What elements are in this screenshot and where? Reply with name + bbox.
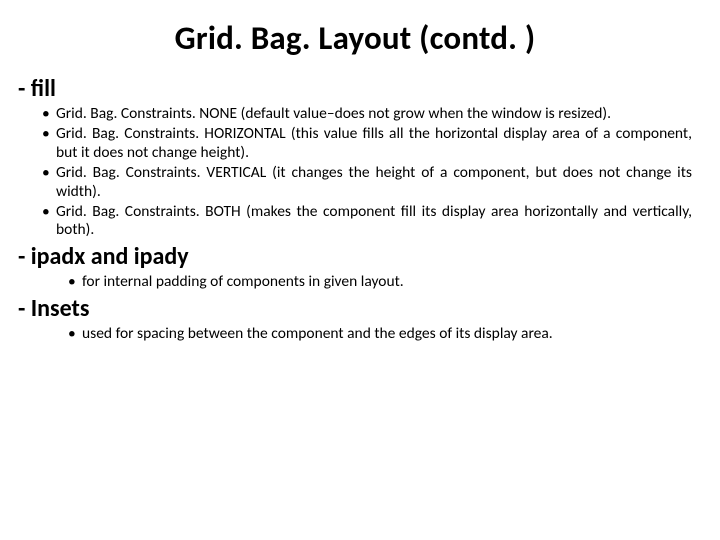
list-item: Grid. Bag. Constraints. NONE (default va…	[56, 105, 692, 124]
list-item: for internal padding of components in gi…	[82, 273, 692, 292]
bullet-list-fill: Grid. Bag. Constraints. NONE (default va…	[18, 105, 692, 240]
section-head-fill: - fill	[18, 74, 692, 103]
bullet-list-insets: used for spacing between the component a…	[18, 325, 692, 344]
section-head-ipad: - ipadx and ipady	[18, 242, 692, 271]
section-insets: - Insets used for spacing between the co…	[18, 294, 692, 344]
list-item: used for spacing between the component a…	[82, 325, 692, 344]
slide-title: Grid. Bag. Layout (contd. )	[18, 18, 692, 58]
section-head-insets: - Insets	[18, 294, 692, 323]
list-item: Grid. Bag. Constraints. VERTICAL (it cha…	[56, 164, 692, 202]
section-fill: - fill Grid. Bag. Constraints. NONE (def…	[18, 74, 692, 240]
list-item: Grid. Bag. Constraints. BOTH (makes the …	[56, 203, 692, 241]
bullet-list-ipad: for internal padding of components in gi…	[18, 273, 692, 292]
section-ipad: - ipadx and ipady for internal padding o…	[18, 242, 692, 292]
list-item: Grid. Bag. Constraints. HORIZONTAL (this…	[56, 125, 692, 163]
